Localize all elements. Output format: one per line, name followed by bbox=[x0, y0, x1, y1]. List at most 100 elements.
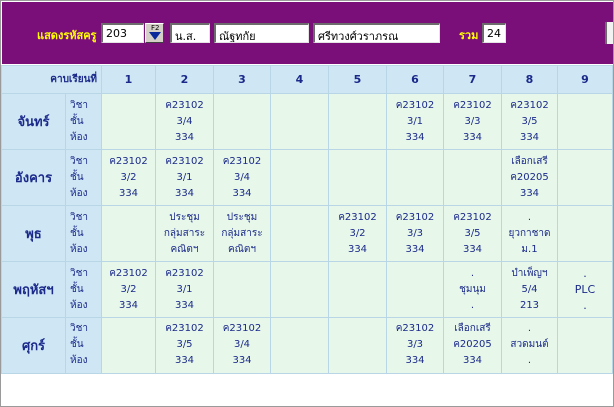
timetable-slot[interactable]: ค23102 3/4 334 bbox=[213, 317, 271, 374]
total-periods-field[interactable]: 24 bbox=[482, 23, 506, 43]
slot-line bbox=[271, 210, 328, 226]
day-label: พุธ bbox=[1, 205, 66, 262]
timetable-slot[interactable] bbox=[101, 93, 156, 150]
slot-line: 334 bbox=[462, 243, 483, 255]
timetable-slot[interactable]: ค23102 3/4 334 bbox=[213, 149, 271, 206]
timetable-slot[interactable]: บำเพ็ญฯ 5/4 213 bbox=[501, 261, 558, 318]
timetable-slot[interactable]: . PLC. bbox=[557, 261, 613, 318]
timetable-slot[interactable] bbox=[328, 317, 387, 374]
slot-line bbox=[102, 129, 155, 146]
slot-line bbox=[558, 185, 612, 202]
period-header-5: 5 bbox=[328, 65, 387, 94]
timetable-slot[interactable] bbox=[557, 149, 613, 206]
slot-line: กลุ่มสาระ bbox=[221, 227, 263, 239]
timetable-slot[interactable]: ค23102 3/1 334 bbox=[155, 261, 214, 318]
slot-line bbox=[558, 98, 612, 114]
timetable-slot[interactable] bbox=[101, 205, 156, 262]
slot-line bbox=[102, 98, 155, 114]
period-header-row: คาบเรียนที่ 123456789 bbox=[1, 65, 613, 94]
slot-line: 3/5 bbox=[176, 339, 193, 350]
timetable-slot[interactable] bbox=[328, 261, 387, 318]
slot-line: ประชุม bbox=[169, 211, 200, 223]
timetable-slot[interactable] bbox=[213, 261, 271, 318]
slot-line bbox=[558, 226, 612, 241]
slot-line: 334 bbox=[232, 355, 252, 366]
timetable-slot[interactable]: ค23102 3/5 334 bbox=[155, 317, 214, 374]
slot-line: 334 bbox=[462, 131, 483, 143]
slot-line: ค23102 bbox=[222, 155, 262, 167]
timetable-slot[interactable] bbox=[270, 149, 329, 206]
slot-line: ประชุม bbox=[226, 211, 258, 223]
timetable-slot[interactable]: ประชุม กลุ่มสาระ คณิตฯ bbox=[155, 205, 214, 262]
timetable-slot[interactable]: . ยุวกาชาด ม.1 bbox=[501, 205, 558, 262]
timetable-slot[interactable] bbox=[557, 205, 613, 262]
timetable-slot[interactable] bbox=[270, 205, 329, 262]
f2-key-label: F2 bbox=[151, 24, 160, 32]
timetable-slot[interactable]: ค23102 3/5 334 bbox=[501, 93, 558, 150]
slot-line: 334 bbox=[519, 131, 540, 143]
slot-line: 5/4 bbox=[521, 283, 538, 295]
slot-line bbox=[271, 226, 328, 241]
row-kind-label: ห้อง bbox=[70, 131, 88, 143]
timetable-slot[interactable] bbox=[101, 317, 156, 374]
timetable-slot[interactable] bbox=[270, 93, 329, 150]
slot-line bbox=[444, 154, 501, 170]
timetable-slot[interactable]: ค23102 3/2 334 bbox=[101, 149, 156, 206]
last-name-field[interactable]: ศรีทวงศ์วราภรณ bbox=[313, 23, 440, 43]
title-prefix-field[interactable]: น.ส. bbox=[170, 23, 210, 43]
slot-line: . bbox=[583, 266, 587, 280]
slot-line bbox=[329, 337, 386, 352]
timetable-slot[interactable] bbox=[328, 149, 387, 206]
timetable-slot[interactable]: ค23102 3/2 334 bbox=[101, 261, 156, 318]
slot-line bbox=[329, 321, 386, 337]
first-name-field[interactable]: ณัฐทกัย bbox=[214, 23, 309, 43]
slot-line: ค23102 bbox=[165, 267, 204, 279]
timetable-slot[interactable]: ค23102 3/3 334 bbox=[386, 205, 444, 262]
timetable-slot[interactable]: ค23102 3/3 334 bbox=[443, 93, 502, 150]
slot-line bbox=[214, 297, 270, 314]
timetable-slot[interactable] bbox=[328, 93, 387, 150]
timetable-slot[interactable] bbox=[270, 261, 329, 318]
row-kind-label: วิชา bbox=[70, 155, 89, 167]
slot-line bbox=[102, 321, 155, 337]
slot-line bbox=[387, 297, 443, 314]
timetable-slot[interactable]: ค23102 3/5 334 bbox=[443, 205, 502, 262]
timetable-slot[interactable] bbox=[213, 93, 271, 150]
day-row: อังคาร วิชา ชั้น ห้อง ค23102 3/2 334 ค23102 3/1 3… bbox=[1, 149, 613, 206]
timetable-slot[interactable] bbox=[557, 317, 613, 374]
teacher-code-input[interactable]: 203 bbox=[101, 23, 144, 43]
timetable-slot[interactable] bbox=[386, 261, 444, 318]
slot-line: 3/5 bbox=[464, 227, 481, 239]
slot-line bbox=[214, 282, 270, 297]
row-kind-labels: วิชา ชั้น ห้อง bbox=[65, 317, 102, 374]
timetable-slot[interactable] bbox=[386, 149, 444, 206]
timetable-slot[interactable]: ค23102 3/3 334 bbox=[386, 317, 444, 374]
slot-line: ค23102 bbox=[222, 323, 262, 334]
timetable-slot[interactable]: ค23102 3/2 334 bbox=[328, 205, 387, 262]
timetable-slot[interactable] bbox=[443, 149, 502, 206]
timetable-slot[interactable]: ค23102 3/1 334 bbox=[155, 149, 214, 206]
slot-line: 3/4 bbox=[176, 115, 193, 127]
row-kind-label: ชั้น bbox=[70, 227, 84, 239]
timetable-slot[interactable]: . สวดมนต์. bbox=[501, 317, 558, 374]
row-kind-label: ชั้น bbox=[70, 115, 84, 127]
period-header-2: 2 bbox=[155, 65, 214, 94]
timetable-slot[interactable]: ค23102 3/4 334 bbox=[155, 93, 214, 150]
slot-line: เลือกเสรี bbox=[454, 323, 491, 334]
timetable-slot[interactable]: ประชุม กลุ่มสาระ คณิตฯ bbox=[213, 205, 271, 262]
slot-line: PLC bbox=[574, 282, 596, 296]
timetable-slot[interactable]: เลือกเสรี ค20205 334 bbox=[443, 317, 502, 374]
slot-line: ค23102 bbox=[165, 99, 204, 111]
teacher-lookup-button[interactable]: F2 bbox=[145, 23, 164, 43]
timetable-slot[interactable]: . ชุมนุม. bbox=[443, 261, 502, 318]
slot-line: 334 bbox=[174, 299, 195, 311]
slot-line bbox=[271, 297, 328, 314]
slot-line bbox=[558, 352, 612, 370]
slot-line: 3/4 bbox=[233, 339, 251, 350]
timetable-slot[interactable] bbox=[557, 93, 613, 150]
slot-line: 334 bbox=[462, 355, 483, 366]
timetable-slot[interactable]: เลือกเสรี ค20205 334 bbox=[501, 149, 558, 206]
slot-line bbox=[271, 129, 328, 146]
timetable-slot[interactable] bbox=[270, 317, 329, 374]
timetable-slot[interactable]: ค23102 3/1 334 bbox=[386, 93, 444, 150]
